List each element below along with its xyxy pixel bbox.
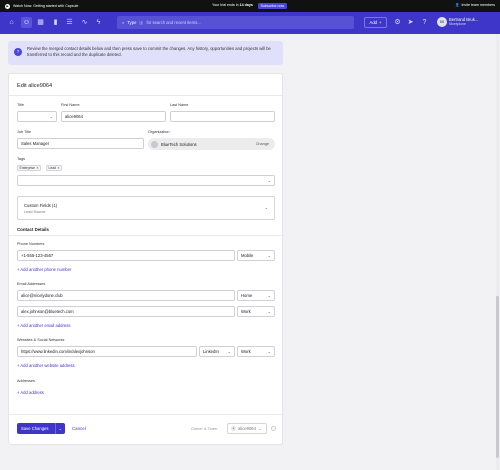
email-field[interactable]: alice@nicelydone.club: [17, 290, 235, 301]
add-label: Add: [369, 20, 377, 25]
add-email-link[interactable]: + Add another email address: [17, 323, 70, 328]
chevron-down-icon: ⌄: [257, 426, 262, 431]
custom-fields-sub: Lead Source: [24, 210, 46, 214]
bolt-icon[interactable]: ϟ: [93, 17, 104, 28]
settings-icon[interactable]: ⚙: [392, 17, 403, 28]
last-name-label: Last Name: [170, 103, 189, 107]
person-icon[interactable]: ☺: [21, 17, 32, 28]
trend-icon[interactable]: ∿: [79, 17, 90, 28]
phone-value: +1-555-123-4567: [21, 253, 54, 258]
divider: [9, 235, 284, 236]
custom-fields-title: Custom Fields (1): [24, 203, 58, 208]
form-title: Edit alice9064: [17, 83, 53, 89]
search-input[interactable]: ⌕ Type / for search and recent items...: [117, 16, 354, 29]
first-name-value: alice9064: [65, 114, 83, 119]
user-menu[interactable]: BB Bertrand Bruk... Nicelydone: [437, 17, 478, 27]
divider: [9, 414, 284, 415]
chart-icon[interactable]: ▮: [50, 17, 61, 28]
scrollbar-thumb[interactable]: [496, 296, 499, 458]
search-type-hint: Type: [127, 20, 137, 25]
job-title-label: Job Title: [17, 130, 32, 134]
addresses-label: Addresses: [17, 379, 35, 383]
remove-tag-icon[interactable]: ×: [36, 166, 38, 170]
owner-select[interactable]: a alice9064 ⌄: [227, 423, 267, 434]
help-icon[interactable]: ?: [419, 17, 430, 28]
divider: [9, 95, 284, 96]
user-account: Nicelydone: [449, 22, 466, 26]
chevron-down-icon[interactable]: ⌄: [59, 426, 62, 431]
plus-icon: +: [379, 20, 382, 25]
calendar-icon[interactable]: ▦: [35, 17, 46, 28]
job-title-field[interactable]: Sales Manager: [17, 138, 144, 149]
job-title-value: Sales Manager: [21, 141, 50, 146]
chevron-down-icon: ⌄: [267, 293, 271, 298]
search-icon: ⌕: [122, 20, 125, 25]
custom-fields-panel[interactable]: Custom Fields (1) Lead Source ⌄: [17, 196, 275, 220]
chevron-down-icon: ⌄: [267, 178, 271, 183]
top-banner: ▶ Watch Now: Getting started with Capsul…: [0, 0, 500, 12]
merge-notice: ? Review the merged contact details belo…: [8, 41, 283, 65]
send-icon[interactable]: ➤: [405, 17, 416, 28]
owner-team-label: Owner & Team: [191, 426, 218, 431]
trial-notice: Your trial ends in 14 days: [212, 3, 253, 7]
trial-days: 14 days: [239, 3, 253, 7]
chevron-down-icon: ⌄: [227, 349, 231, 354]
first-name-field[interactable]: alice9064: [61, 111, 166, 122]
cancel-button[interactable]: Cancel: [72, 426, 86, 431]
chevron-down-icon: ⌄: [267, 309, 271, 314]
website-field[interactable]: https://www.linkedin.com/in/alexjohnson: [17, 346, 197, 357]
email-label: Email Addresses: [17, 282, 46, 286]
phone-label: Phone Numbers: [17, 242, 45, 246]
top-nav: ⌂ ☺ ▦ ▮ ☰ ∿ ϟ ⌕ Type / for search and re…: [0, 12, 500, 34]
title-label: Title: [17, 103, 25, 107]
chevron-down-icon: ⌄: [267, 253, 271, 258]
play-icon[interactable]: ▶: [5, 3, 10, 9]
organization-label: Organization: [148, 130, 170, 134]
save-changes-button[interactable]: Save Changes ⌄: [17, 423, 65, 434]
contact-details-heading: Contact Details: [17, 227, 49, 232]
website-service-select[interactable]: LinkedIn ⌄: [199, 346, 235, 357]
owner-avatar: a: [231, 426, 236, 431]
add-button[interactable]: Add +: [364, 17, 387, 28]
merge-notice-text: Review the merged contact details below …: [27, 46, 271, 57]
phone-type-select[interactable]: Mobile ⌄: [237, 250, 275, 261]
add-website-link[interactable]: + Add another website address: [17, 363, 75, 368]
email-field[interactable]: alex.johnson@bluetech.com: [17, 306, 235, 317]
change-organization-button[interactable]: Change: [256, 142, 269, 146]
organization-field[interactable]: BlueTech Solutions Change: [148, 138, 275, 150]
remove-tag-icon[interactable]: ×: [58, 166, 60, 170]
tag-chip: Lead ×: [46, 165, 63, 171]
tag-chip: Enterprise ×: [17, 165, 41, 171]
email-type-select[interactable]: Work ⌄: [237, 306, 275, 317]
title-select[interactable]: ⌄: [17, 111, 57, 122]
avatar: BB: [437, 17, 447, 27]
organization-value: BlueTech Solutions: [161, 141, 197, 147]
team-icon[interactable]: [271, 426, 276, 431]
phone-field[interactable]: +1-555-123-4567: [17, 250, 235, 261]
tags-label: Tags: [17, 157, 26, 161]
tags-input[interactable]: ⌄: [17, 175, 275, 186]
organization-logo: [151, 140, 158, 148]
chevron-down-icon: ⌄: [264, 205, 268, 210]
first-name-label: First Name: [61, 103, 80, 107]
list-icon[interactable]: ☰: [64, 17, 75, 28]
chevron-down-icon: ⌄: [267, 349, 271, 354]
home-icon[interactable]: ⌂: [6, 17, 17, 28]
last-name-field[interactable]: [170, 111, 275, 122]
invite-team-link[interactable]: 👤 Invite team members: [455, 3, 495, 7]
subscribe-button[interactable]: Subscribe now: [258, 2, 287, 9]
search-shortcut: /: [139, 20, 144, 25]
add-phone-link[interactable]: + Add another phone number: [17, 267, 71, 272]
add-address-link[interactable]: + Add address: [17, 390, 44, 395]
invite-icon: 👤: [454, 3, 460, 7]
invite-label: Invite team members: [461, 3, 495, 7]
watch-now-link[interactable]: Watch Now: Getting started with Capsule: [13, 4, 78, 8]
websites-label: Websites & Social Networks: [17, 338, 65, 342]
edit-contact-form: Edit alice9064 Title ⌄ First Name alice9…: [8, 73, 284, 445]
website-type-select[interactable]: Work ⌄: [237, 346, 275, 357]
email-type-select[interactable]: Home ⌄: [237, 290, 275, 301]
search-placeholder: for search and recent items...: [146, 20, 201, 25]
chevron-down-icon: ⌄: [49, 114, 53, 119]
question-icon: ?: [14, 48, 22, 56]
